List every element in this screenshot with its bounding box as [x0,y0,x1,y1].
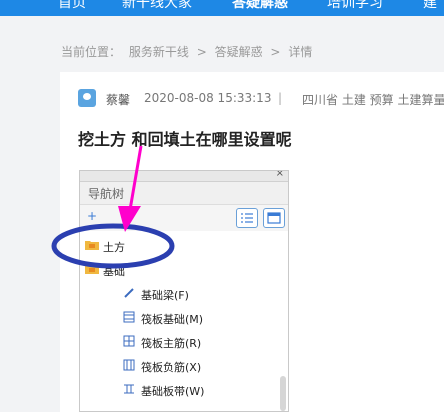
strip-icon [124,384,134,394]
rebar-icon [123,335,135,347]
breadcrumb-separator: > [196,45,207,59]
avatar[interactable] [78,89,96,107]
breadcrumb-prefix: 当前位置： [61,45,122,59]
pencil-icon [124,288,134,298]
close-icon: × [275,170,284,179]
nav-training[interactable]: 培训学习 [327,0,383,12]
tree-item-label: 基础板带(W) [141,385,205,398]
tree-item-label: 基础 [103,265,125,278]
nav-home[interactable]: 首页 [58,0,86,12]
nav-tree-title: 导航树 [88,187,125,201]
tree-item-label: 筏板主筋(R) [141,337,202,350]
meta-separator: | [278,91,283,105]
author-name[interactable]: 蔡馨 [106,91,130,108]
embedded-screenshot: × 导航树 + 土方 基础 基础梁(F) 筏板基础(M) 筏板主筋(R) 筏板负… [79,170,289,412]
tree-item-label: 基础梁(F) [141,289,189,302]
nav-more[interactable]: 建 [423,0,437,12]
tree-scrollbar [280,376,286,411]
nav-tree: 土方 基础 基础梁(F) 筏板基础(M) 筏板主筋(R) 筏板负筋(X) 基础板… [80,231,288,411]
post-card: 蔡馨 2020-08-08 15:33:13 | 四川省 土建 预算 土建算量 … [60,72,444,412]
breadcrumb-item-service[interactable]: 服务新干线 [129,45,189,59]
nav-tree-header: 导航树 [80,182,288,205]
post-date: 2020-08-08 15:33:13 [144,91,272,105]
breadcrumb-item-detail: 详情 [288,45,313,59]
breadcrumb-separator: > [270,45,281,59]
window-view-icon [263,208,285,228]
breadcrumb: 当前位置： 服务新干线 > 答疑解惑 > 详情 [61,43,316,60]
nav-experts[interactable]: 新干线大家 [122,0,192,12]
tree-item-label: 筏板负筋(X) [141,361,202,374]
add-icon: + [87,209,98,223]
post-tags: 四川省 土建 预算 土建算量 [302,93,444,107]
folder-icon [85,265,99,274]
grid-icon [123,311,135,323]
screenshot-titlebar: × [80,171,288,182]
nav-tree-toolbar: + [80,205,288,231]
list-view-icon [236,208,258,228]
top-nav: 首页 新干线大家 答疑解惑 培训学习 建 [0,0,444,16]
post-title: 挖土方 和回填土在哪里设置呢 [78,130,292,149]
breadcrumb-item-qa[interactable]: 答疑解惑 [215,45,263,59]
rebar-neg-icon [123,359,135,371]
folder-icon [85,241,99,250]
nav-qa[interactable]: 答疑解惑 [232,0,288,12]
tree-item-label: 筏板基础(M) [141,313,204,326]
tree-item-label: 土方 [103,241,125,254]
